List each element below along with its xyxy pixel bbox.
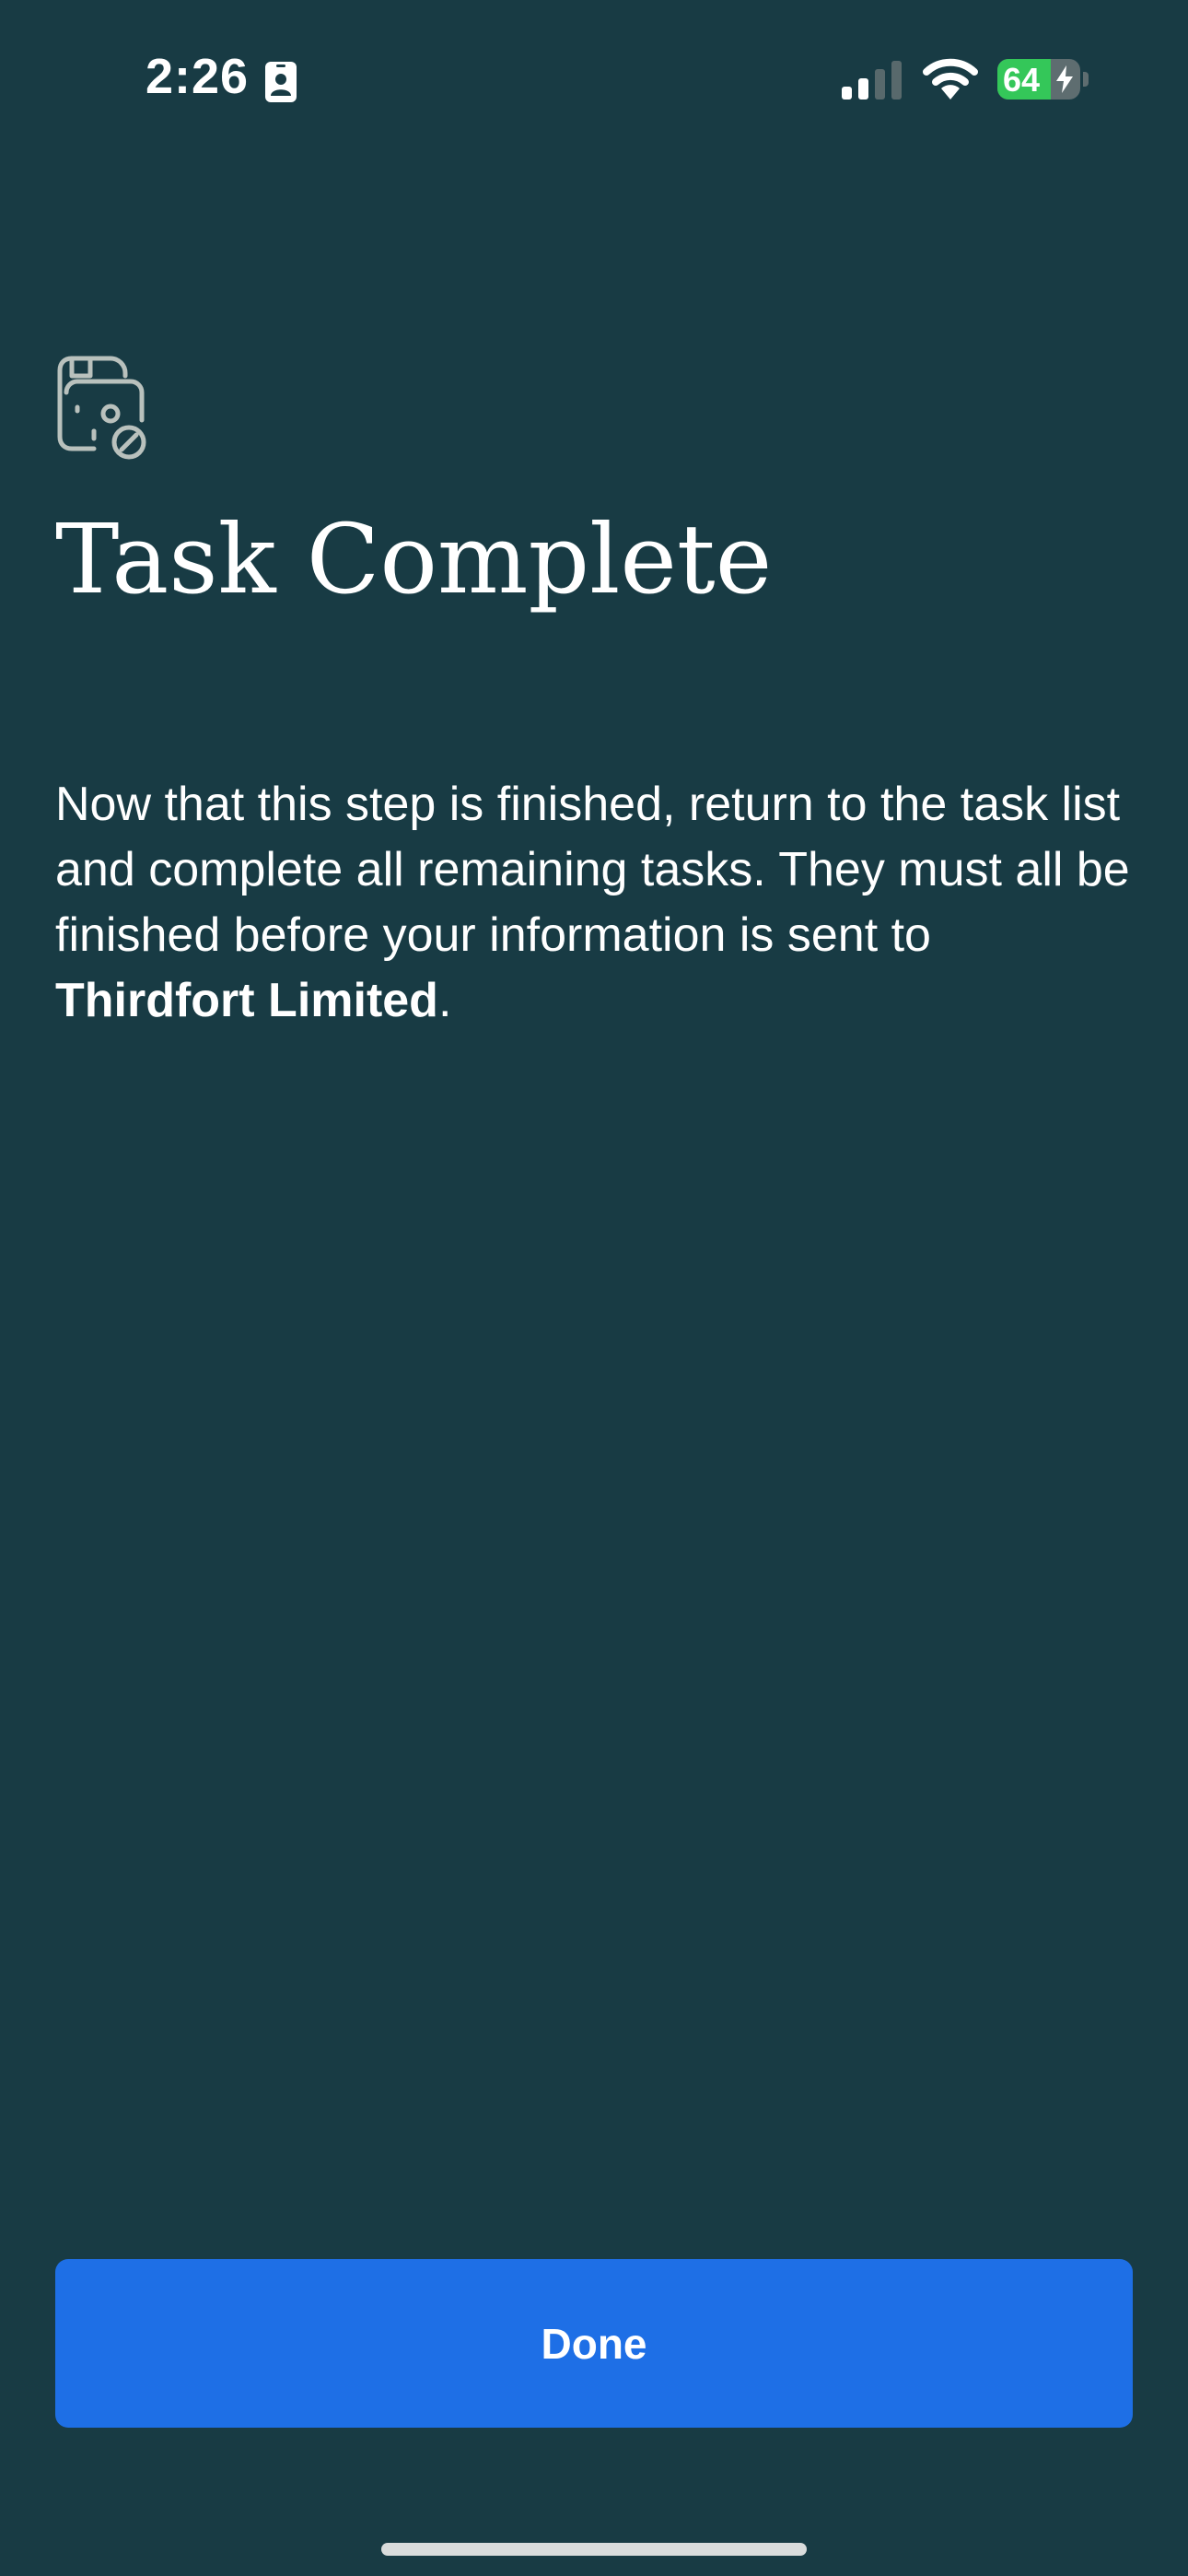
done-button[interactable]: Done <box>55 2259 1133 2428</box>
wifi-icon <box>923 58 978 100</box>
page-title: Task Complete <box>55 503 773 615</box>
message-text: Now that this step is finished, return t… <box>55 778 1130 962</box>
signal-icon <box>842 61 902 100</box>
status-bar: 2:26 64 <box>0 0 1188 157</box>
status-time: 2:26 <box>146 49 250 104</box>
battery-percent: 64 <box>1003 61 1041 99</box>
home-indicator[interactable] <box>381 2543 807 2556</box>
id-card-icon <box>265 62 297 102</box>
document-photo-icon <box>57 356 146 460</box>
charging-bolt-icon <box>1056 65 1073 93</box>
battery-cap <box>1083 72 1089 87</box>
message-end: . <box>437 974 452 1027</box>
battery-icon: 64 <box>997 59 1080 100</box>
company-name: Thirdfort Limited <box>55 974 438 1027</box>
completion-message: Now that this step is finished, return t… <box>55 772 1142 1034</box>
